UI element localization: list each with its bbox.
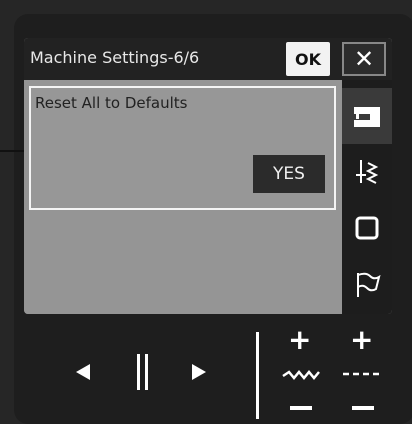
ok-button[interactable]: OK	[286, 42, 330, 76]
control-divider	[256, 332, 259, 419]
settings-category-tabs	[342, 80, 392, 314]
yes-button[interactable]: YES	[253, 155, 325, 193]
stitch-width-increase-button[interactable]: +	[288, 326, 311, 354]
stitch-width-decrease-button[interactable]: −	[290, 406, 312, 410]
tab-embroidery-settings[interactable]	[342, 200, 392, 256]
zigzag-width-icon	[282, 370, 320, 380]
stitch-length-increase-button[interactable]: +	[350, 326, 373, 354]
close-button[interactable]: ✕	[342, 42, 386, 76]
machine-controls: + − + −	[24, 318, 394, 419]
flag-icon	[357, 272, 381, 297]
lcd-screen: Machine Settings-6/6 OK ✕ Reset All to D…	[24, 38, 392, 314]
dashed-length-icon	[343, 372, 381, 376]
tab-stitch-settings[interactable]	[342, 144, 392, 200]
setting-label: Reset All to Defaults	[35, 94, 188, 112]
triangle-left-icon[interactable]	[76, 364, 90, 380]
stitch-needle-icon	[356, 160, 379, 184]
sewing-machine-icon	[354, 107, 380, 127]
hoop-frame-icon	[355, 216, 379, 240]
triangle-right-icon[interactable]	[192, 364, 206, 380]
stitch-length-decrease-button[interactable]: −	[352, 406, 374, 410]
title-bar: Machine Settings-6/6 OK ✕	[24, 38, 392, 80]
tab-machine-settings[interactable]	[342, 88, 392, 144]
pause-bars-icon[interactable]	[137, 354, 149, 390]
reset-defaults-setting: Reset All to Defaults YES	[29, 86, 336, 210]
page-title: Machine Settings-6/6	[30, 48, 200, 67]
tab-general-settings[interactable]	[342, 256, 392, 312]
